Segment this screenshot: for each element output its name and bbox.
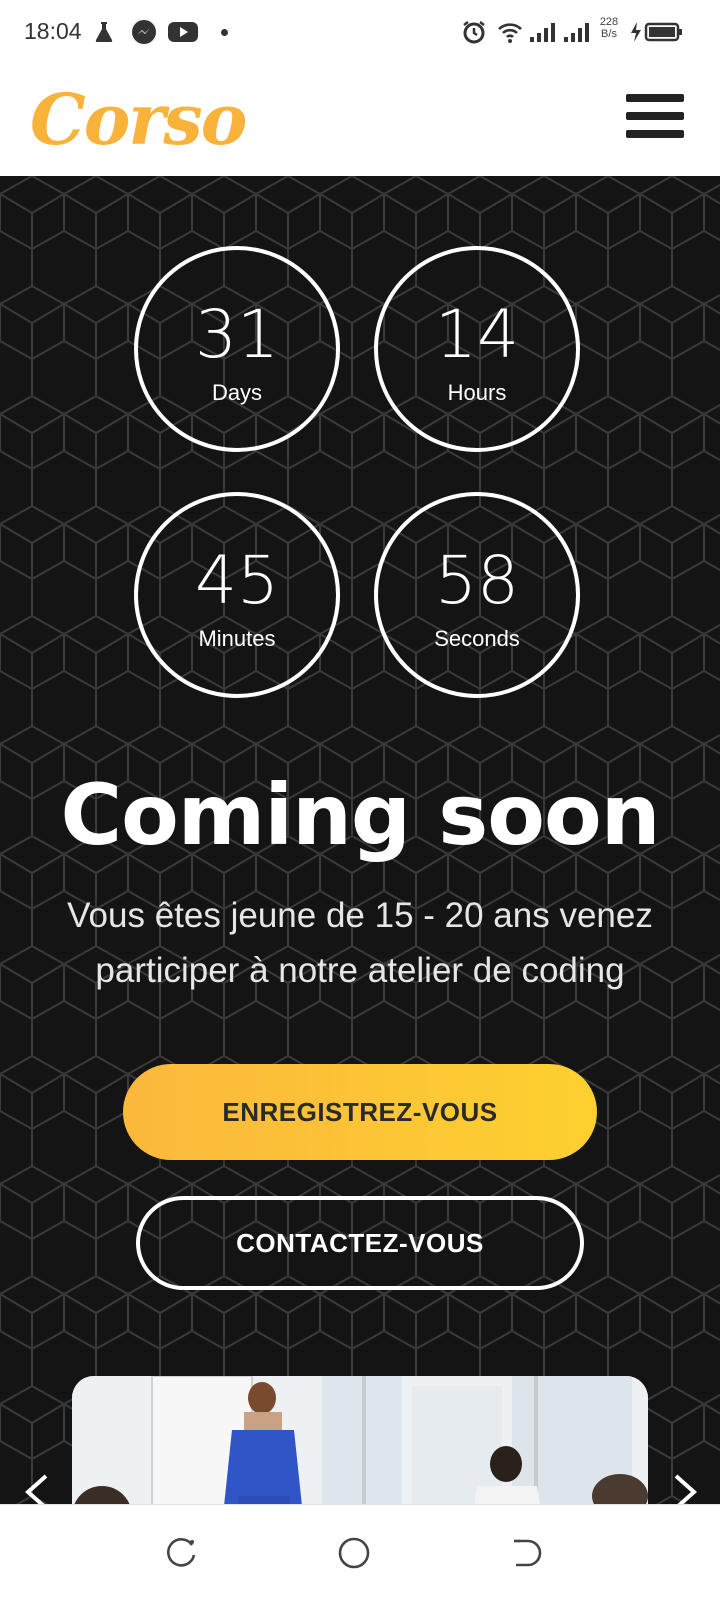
signal-icon [528, 18, 556, 46]
back-icon[interactable] [506, 1533, 546, 1573]
net-speed: 228 B/s [594, 16, 624, 40]
countdown-value: 45 [195, 542, 279, 619]
status-time: 18:04 [24, 18, 82, 44]
hero-section: 31 Days 14 Hours 45 Minutes 58 Seconds C… [0, 176, 720, 1504]
flask-icon [90, 18, 118, 46]
countdown-value: 31 [195, 296, 279, 373]
wifi-icon [496, 18, 524, 46]
notification-dot-icon [221, 29, 228, 36]
workshop-photo [72, 1376, 648, 1504]
countdown-value: 58 [435, 542, 519, 619]
countdown-label: Days [211, 380, 263, 405]
countdown-minutes: 45 Minutes [134, 492, 340, 698]
hero-title: Coming soon [60, 766, 660, 864]
net-speed-value: 228 [599, 16, 619, 28]
countdown-days: 31 Days [134, 246, 340, 452]
countdown-seconds: 58 Seconds [374, 492, 580, 698]
chevron-right-icon[interactable] [664, 1472, 704, 1504]
hamburger-menu-icon[interactable] [626, 94, 686, 146]
register-button[interactable]: ENREGISTREZ-VOUS [123, 1064, 597, 1160]
hero-description-line: participer à notre atelier de coding [95, 951, 625, 990]
carousel-image[interactable] [72, 1376, 648, 1504]
signal-icon [562, 18, 590, 46]
logo[interactable]: Corso [30, 78, 247, 161]
status-bar: 18:04 228 B/s [0, 0, 720, 64]
countdown-label: Seconds [434, 626, 520, 651]
alarm-icon [460, 18, 488, 46]
countdown-label: Hours [447, 380, 507, 405]
system-nav-bar [0, 1504, 720, 1600]
recent-apps-icon[interactable] [162, 1533, 202, 1573]
battery-charging-icon [628, 18, 684, 46]
contact-button[interactable]: CONTACTEZ-VOUS [136, 1196, 584, 1290]
chevron-left-icon[interactable] [18, 1472, 58, 1504]
countdown: 31 Days 14 Hours 45 Minutes 58 Seconds [0, 176, 720, 736]
hero-description: Vous êtes jeune de 15 - 20 ans venez par… [30, 888, 690, 998]
net-speed-unit: B/s [601, 28, 617, 40]
hero-description-line: Vous êtes jeune de 15 - 20 ans venez [67, 896, 653, 935]
messenger-icon [130, 18, 158, 46]
countdown-hours: 14 Hours [374, 246, 580, 452]
countdown-label: Minutes [198, 626, 276, 651]
home-icon[interactable] [334, 1533, 374, 1573]
app-header: Corso [0, 64, 720, 176]
youtube-icon [167, 18, 199, 46]
countdown-value: 14 [435, 296, 519, 373]
